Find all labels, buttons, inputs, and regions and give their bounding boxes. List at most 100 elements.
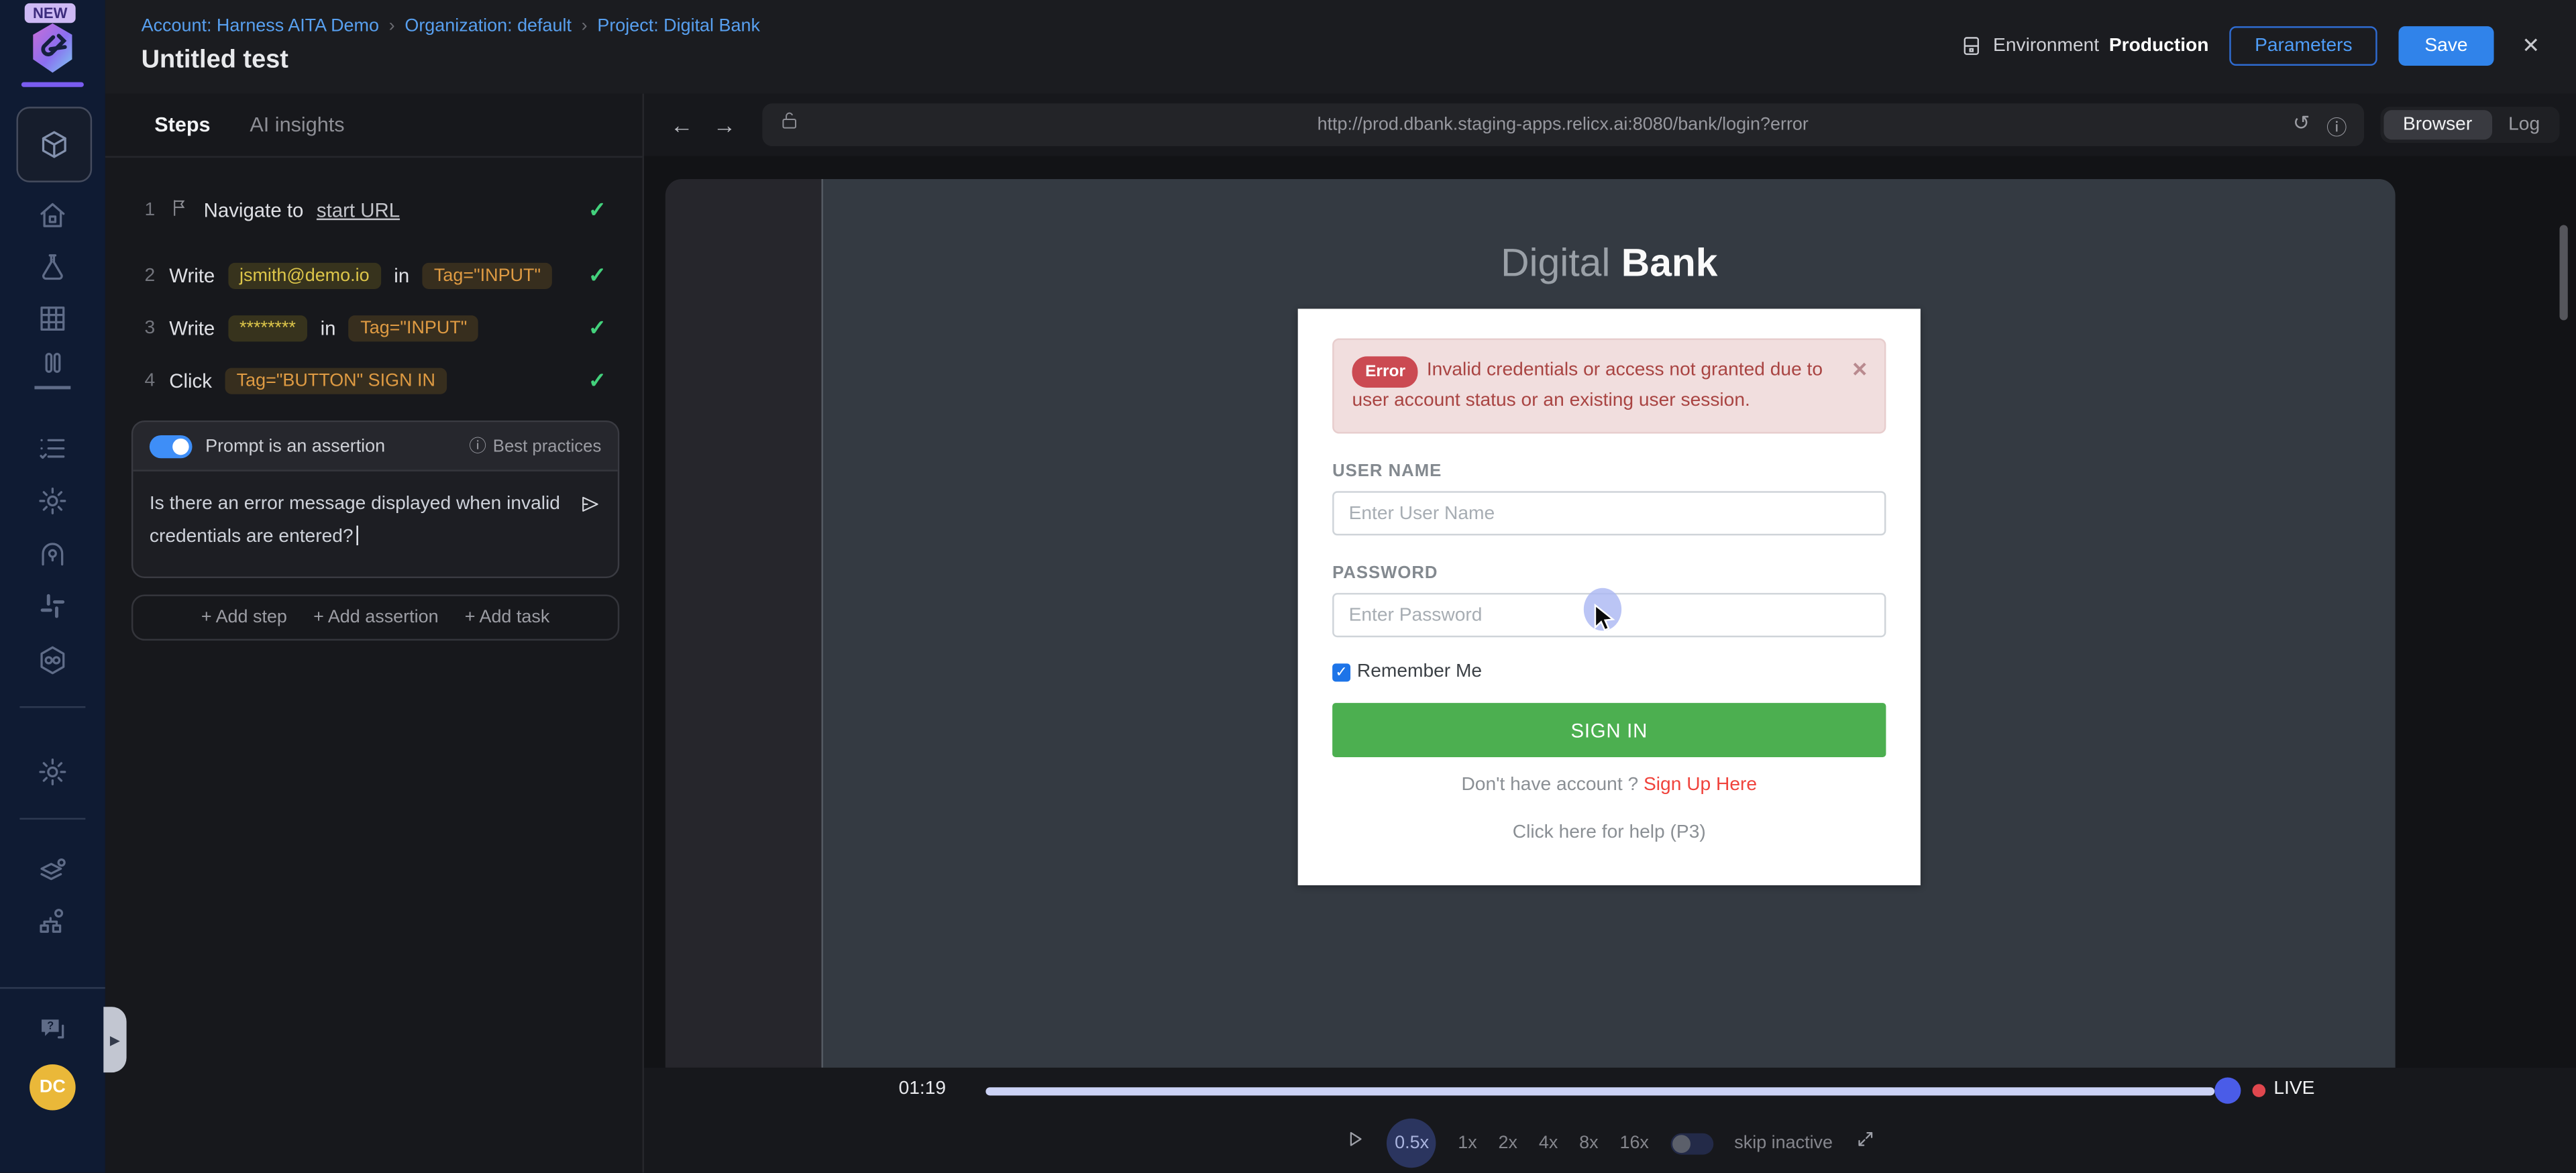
- speed-1x[interactable]: 1x: [1458, 1133, 1477, 1153]
- step-target-badge: Tag="INPUT": [423, 263, 552, 289]
- remember-me-row[interactable]: ✓ Remember Me: [1332, 663, 1886, 682]
- url-text: http://prod.dbank.staging-apps.relicx.ai…: [762, 115, 2363, 134]
- sidebar-item-assistant[interactable]: [36, 537, 69, 570]
- tab-steps[interactable]: Steps: [154, 113, 210, 136]
- steps-panel: Steps AI insights 1 Navigate to start UR…: [105, 94, 644, 1173]
- active-module-indicator: [21, 82, 84, 87]
- sidebar-item-integrations[interactable]: [36, 590, 69, 622]
- sidebar-item-grid[interactable]: [36, 302, 69, 335]
- signup-link[interactable]: Sign Up Here: [1644, 776, 1757, 795]
- sidebar-item-pipelines[interactable]: [36, 644, 69, 677]
- error-message: Invalid credentials or access not grante…: [1352, 361, 1823, 410]
- speed-8x[interactable]: 8x: [1579, 1133, 1598, 1153]
- text-caret: [357, 526, 358, 545]
- sidebar-item-tests[interactable]: [36, 350, 69, 383]
- error-badge: Error: [1352, 356, 1419, 386]
- new-badge: NEW: [25, 3, 76, 23]
- environment-indicator: Environment Production: [1960, 34, 2208, 57]
- breadcrumb-account[interactable]: Account: Harness AITA Demo: [142, 16, 379, 36]
- harness-logo-icon[interactable]: [28, 21, 77, 74]
- info-icon[interactable]: ⓘ: [2326, 109, 2347, 141]
- step-row-1[interactable]: 1 Navigate to start URL ✓: [145, 190, 620, 230]
- add-task-button[interactable]: + Add task: [465, 608, 550, 627]
- live-label[interactable]: LIVE: [2273, 1079, 2314, 1099]
- hexagon-infinity-icon: [36, 644, 69, 677]
- skip-inactive-toggle[interactable]: [1670, 1133, 1713, 1154]
- back-icon[interactable]: ←: [660, 112, 703, 138]
- sidebar-item-project-settings[interactable]: [36, 756, 69, 789]
- speed-16x[interactable]: 16x: [1619, 1133, 1648, 1153]
- top-header: Account: Harness AITA Demo › Organizatio…: [105, 0, 2576, 94]
- save-button[interactable]: Save: [2398, 26, 2494, 66]
- remember-checkbox[interactable]: ✓: [1332, 663, 1350, 681]
- sidebar-item-infra-config[interactable]: [36, 905, 69, 938]
- breadcrumb: Account: Harness AITA Demo › Organizatio…: [142, 16, 760, 36]
- step-row-2[interactable]: 2 Write jsmith@demo.io in Tag="INPUT" ✓: [145, 256, 620, 296]
- step-passed-icon: ✓: [588, 315, 606, 341]
- panel-expander-handle[interactable]: ▶: [103, 1007, 126, 1072]
- user-avatar[interactable]: DC: [30, 1064, 76, 1111]
- help-chat-icon[interactable]: ?: [36, 1013, 69, 1046]
- replay-shell: Digital Bank ErrorInvalid credentials or…: [665, 179, 2396, 1068]
- sign-in-button[interactable]: SIGN IN: [1332, 704, 1886, 758]
- browser-panel: ← → http://prod.dbank.staging-apps.relic…: [644, 94, 2576, 1173]
- start-url-link[interactable]: start URL: [317, 199, 400, 221]
- sidebar-item-lab[interactable]: [36, 252, 69, 284]
- help-link[interactable]: Click here for help (P3): [1332, 824, 1886, 843]
- assertion-prompt-input[interactable]: Is there an error message displayed when…: [133, 471, 617, 577]
- breadcrumb-project[interactable]: Project: Digital Bank: [597, 16, 760, 36]
- left-nav-rail: NEW: [0, 0, 105, 1173]
- assertion-toggle[interactable]: [150, 435, 193, 457]
- password-label: PASSWORD: [1332, 564, 1886, 583]
- best-practices[interactable]: ⓘ Best practices: [469, 434, 601, 459]
- assertion-toggle-label: Prompt is an assertion: [205, 436, 385, 455]
- rail-divider: [19, 706, 85, 708]
- expand-icon: [1854, 1128, 1876, 1150]
- replay-timeline: 01:19 LIVE: [644, 1068, 2576, 1114]
- step-value-badge: ********: [228, 315, 307, 341]
- replay-viewport: Digital Bank ErrorInvalid credentials or…: [644, 156, 2576, 1068]
- step-connector: in: [394, 264, 409, 287]
- sidebar-item-settings[interactable]: [36, 484, 69, 517]
- speed-2x[interactable]: 2x: [1499, 1133, 1517, 1153]
- step-number: 4: [145, 371, 156, 390]
- username-label: USER NAME: [1332, 462, 1886, 482]
- add-step-button[interactable]: + Add step: [201, 608, 287, 627]
- timeline-handle[interactable]: [2214, 1078, 2241, 1104]
- speed-4x[interactable]: 4x: [1539, 1133, 1558, 1153]
- play-button[interactable]: [1344, 1128, 1366, 1158]
- add-assertion-button[interactable]: + Add assertion: [313, 608, 438, 627]
- app-window: NEW: [0, 0, 2576, 1173]
- assertion-card-header: Prompt is an assertion ⓘ Best practices: [133, 422, 617, 471]
- send-prompt-button[interactable]: [578, 493, 601, 516]
- sidebar-item-home[interactable]: [36, 199, 69, 231]
- viewport-scrollbar[interactable]: [2560, 225, 2568, 321]
- speed-0-5x[interactable]: 0.5x: [1387, 1119, 1436, 1168]
- username-input[interactable]: [1332, 492, 1886, 536]
- elapsed-time: 01:19: [899, 1079, 946, 1099]
- send-icon: [578, 493, 601, 516]
- sidebar-item-module-active[interactable]: [16, 107, 92, 182]
- add-actions-row: + Add step + Add assertion + Add task: [131, 594, 619, 640]
- parameters-button[interactable]: Parameters: [2230, 26, 2377, 66]
- fullscreen-button[interactable]: [1854, 1128, 1876, 1158]
- refresh-icon[interactable]: ↺: [2293, 109, 2310, 141]
- tab-browser[interactable]: Browser: [2383, 110, 2492, 139]
- tab-ai-insights[interactable]: AI insights: [250, 113, 344, 136]
- playback-controls: 0.5x 1x 2x 4x 8x 16x skip inactive: [644, 1119, 2576, 1168]
- close-icon[interactable]: ✕: [2522, 33, 2540, 59]
- alert-close-icon[interactable]: ✕: [1851, 355, 1868, 386]
- sidebar-item-checklist[interactable]: [36, 432, 69, 465]
- timeline-track[interactable]: [985, 1087, 2214, 1095]
- step-row-4[interactable]: 4 Click Tag="BUTTON" SIGN IN ✓: [145, 361, 620, 401]
- breadcrumb-organization[interactable]: Organization: default: [405, 16, 572, 36]
- step-passed-icon: ✓: [588, 368, 606, 394]
- steps-tab-bar: Steps AI insights: [105, 94, 643, 158]
- tab-log[interactable]: Log: [2492, 110, 2557, 139]
- cube-icon: [38, 128, 70, 161]
- url-actions: ↺ ⓘ: [2293, 109, 2347, 141]
- forward-icon[interactable]: →: [703, 112, 746, 138]
- url-bar[interactable]: http://prod.dbank.staging-apps.relicx.ai…: [762, 103, 2363, 146]
- step-row-3[interactable]: 3 Write ******** in Tag="INPUT" ✓: [145, 309, 620, 348]
- sidebar-item-env-config[interactable]: [36, 856, 69, 889]
